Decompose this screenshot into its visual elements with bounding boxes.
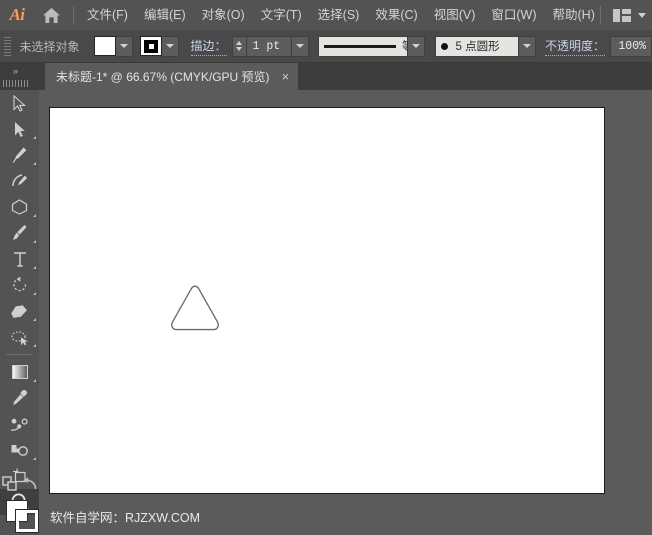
shaper-tool[interactable] xyxy=(0,324,39,350)
menu-view[interactable]: 视图(V) xyxy=(426,0,484,30)
brush-definition-label: 5 点圆形 xyxy=(455,41,500,53)
shape-builder-tool[interactable] xyxy=(0,437,39,463)
stroke-weight-label[interactable]: 描边： xyxy=(190,37,227,56)
menu-divider xyxy=(73,6,74,24)
tool-flyout-indicator[interactable] xyxy=(33,344,36,347)
home-icon[interactable] xyxy=(34,0,68,30)
stroke-profile-dropdown-button[interactable] xyxy=(408,35,426,57)
blend-tool[interactable] xyxy=(0,411,39,437)
shape-tool[interactable] xyxy=(0,194,39,220)
brush-dot-icon xyxy=(440,42,448,50)
opacity-control[interactable]: 不透明度： 100% xyxy=(544,35,652,57)
workspace-switcher[interactable] xyxy=(595,0,646,30)
stepper-down-icon[interactable] xyxy=(236,47,243,51)
menu-select[interactable]: 选择(S) xyxy=(310,0,368,30)
tool-flyout-indicator[interactable] xyxy=(33,292,36,295)
swap-fill-stroke-icon[interactable] xyxy=(1,475,19,497)
tool-flyout-indicator[interactable] xyxy=(33,457,36,460)
panel-expand-icon[interactable]: » xyxy=(4,65,26,78)
stroke-profile-control[interactable]: 等比 xyxy=(318,35,426,57)
paintbrush-tool[interactable] xyxy=(0,220,39,246)
selection-status: 未选择对象 xyxy=(19,39,80,54)
default-fill-stroke-icon[interactable] xyxy=(22,476,38,496)
stroke-swatch[interactable] xyxy=(140,36,163,56)
direct-selection-tool[interactable] xyxy=(0,116,39,142)
type-tool[interactable] xyxy=(0,246,39,272)
eyedropper-tool[interactable] xyxy=(0,385,39,411)
ai-logo-icon: Ai xyxy=(9,5,25,24)
brush-definition-field[interactable]: 5 点圆形 xyxy=(434,35,519,57)
stroke-profile-line-icon xyxy=(324,44,397,48)
document-tab-bar: » 未标题-1* @ 66.67% (CMYK/GPU 预览) × xyxy=(0,63,652,90)
tool-flyout-indicator[interactable] xyxy=(33,136,36,139)
menu-effect[interactable]: 效果(C) xyxy=(367,0,425,30)
stroke-weight-control[interactable]: 描边： 1 pt xyxy=(190,35,309,57)
opacity-input[interactable]: 100% xyxy=(610,35,652,57)
toolbar-grip[interactable] xyxy=(3,80,29,87)
control-bar: 未选择对象 描边： 1 pt 等比 xyxy=(0,30,652,63)
chevron-down-icon xyxy=(412,44,421,48)
tool-flyout-indicator[interactable] xyxy=(33,266,36,269)
document-tab[interactable]: 未标题-1* @ 66.67% (CMYK/GPU 预览) × xyxy=(45,63,299,90)
stroke-weight-stepper[interactable] xyxy=(231,35,246,57)
menu-window[interactable]: 窗口(W) xyxy=(483,0,544,30)
menu-file[interactable]: 文件(F) xyxy=(79,0,136,30)
chevron-down-icon xyxy=(522,44,531,48)
menu-bar: Ai 文件(F) 编辑(E) 对象(O) 文字(T) 选择(S) 效果(C) 视… xyxy=(0,0,652,30)
fill-dropdown-button[interactable] xyxy=(115,35,133,57)
curvature-tool[interactable] xyxy=(0,168,39,194)
tool-flyout-indicator[interactable] xyxy=(33,240,36,243)
menu-object[interactable]: 对象(O) xyxy=(194,0,253,30)
tools-panel xyxy=(0,90,39,535)
stroke-color-dropdown-button[interactable] xyxy=(162,35,180,57)
workspace-divider xyxy=(600,6,601,24)
toolbar-bottom xyxy=(0,475,39,533)
chevron-down-icon xyxy=(295,44,304,48)
rounded-triangle-shape[interactable] xyxy=(167,281,223,344)
brush-definition-dropdown-button[interactable] xyxy=(518,35,536,57)
stepper-up-icon[interactable] xyxy=(236,41,243,45)
tool-divider xyxy=(6,354,33,355)
illustrator-window: Ai 文件(F) 编辑(E) 对象(O) 文字(T) 选择(S) 效果(C) 视… xyxy=(0,0,652,535)
fill-stroke-swatches xyxy=(0,499,39,533)
menu-type[interactable]: 文字(T) xyxy=(253,0,310,30)
stroke-weight-input[interactable]: 1 pt xyxy=(245,35,292,57)
chevron-down-icon[interactable] xyxy=(638,12,646,18)
fill-swatch[interactable] xyxy=(93,36,116,56)
watermark-text: 软件自学网：RJZXW.COM xyxy=(50,511,200,525)
canvas-area[interactable]: 软件自学网：RJZXW.COM xyxy=(39,90,652,535)
tool-flyout-indicator[interactable] xyxy=(33,162,36,165)
menu-edit[interactable]: 编辑(E) xyxy=(136,0,194,30)
tool-flyout-indicator[interactable] xyxy=(33,379,36,382)
close-icon[interactable]: × xyxy=(282,70,290,83)
eraser-tool[interactable] xyxy=(0,298,39,324)
toolbar-stroke-swatch[interactable] xyxy=(15,509,39,533)
tool-flyout-indicator[interactable] xyxy=(33,318,36,321)
brush-definition-control[interactable]: 5 点圆形 xyxy=(434,35,536,57)
stroke-color-control[interactable] xyxy=(140,35,180,57)
gradient-tool[interactable] xyxy=(0,359,39,385)
tool-flyout-indicator[interactable] xyxy=(33,214,36,217)
artboard[interactable] xyxy=(49,107,605,494)
document-tab-title: 未标题-1* @ 66.67% (CMYK/GPU 预览) xyxy=(56,70,270,84)
chevron-down-icon xyxy=(119,44,128,48)
workspace-switcher-icon[interactable] xyxy=(613,8,631,22)
selection-tool[interactable] xyxy=(0,90,39,116)
fill-stroke-controls xyxy=(0,475,39,497)
stroke-weight-dropdown-button[interactable] xyxy=(291,35,309,57)
fill-control[interactable] xyxy=(93,35,133,57)
menu-items: 文件(F) 编辑(E) 对象(O) 文字(T) 选择(S) 效果(C) 视图(V… xyxy=(79,0,603,30)
pen-tool[interactable] xyxy=(0,142,39,168)
stroke-profile-field[interactable]: 等比 xyxy=(318,35,425,57)
control-bar-grip[interactable] xyxy=(3,35,12,57)
opacity-label[interactable]: 不透明度： xyxy=(544,37,605,56)
chevron-down-icon xyxy=(166,44,175,48)
rotate-tool[interactable] xyxy=(0,272,39,298)
